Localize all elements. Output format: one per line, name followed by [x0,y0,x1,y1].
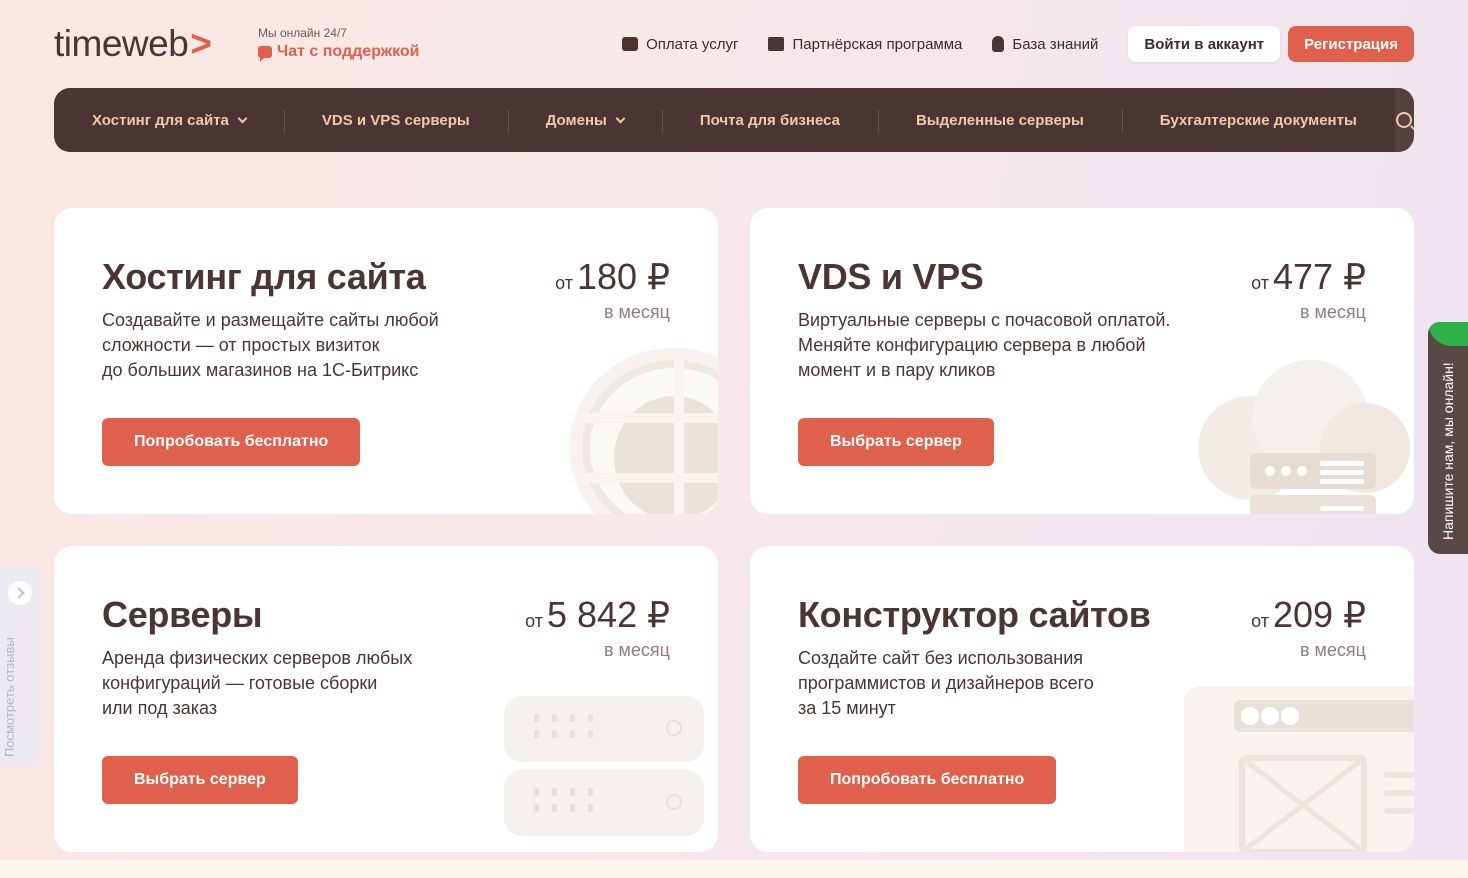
nav-item-label: VDS и VPS серверы [321,111,470,129]
online-indicator [1428,322,1468,346]
nav-item-label: Почта для бизнеса [699,111,840,129]
server-rack-icon [504,696,704,836]
top-link-label: Партнёрская программа [792,35,963,53]
price-prefix: от [1251,611,1270,631]
card-hosting: Хостинг для сайта Создавайте и размещайт… [54,208,718,514]
chat-bubble-icon [258,46,272,62]
chevron-right-icon [8,581,32,605]
nav-item-dedicated[interactable]: Выделенные серверы [877,109,1122,132]
page-bottom-strip [0,860,1468,878]
nav-item-accounting[interactable]: Бухгалтерские документы [1121,109,1395,132]
price-prefix: от [1251,273,1270,293]
nav-item-label: Хостинг для сайта [92,111,229,129]
choose-server-button[interactable]: Выбрать сервер [798,418,994,466]
search-icon [1396,112,1413,128]
top-link-knowledge-base[interactable]: База знаний [992,36,1098,53]
chat-widget-tab[interactable]: Напишите нам, мы онлайн! [1428,322,1468,554]
card-title: Конструктор сайтов [798,594,1151,635]
price-period: в месяц [1299,302,1366,322]
wallet-icon [622,37,639,51]
price-prefix: от [555,273,574,293]
reviews-tab-label: Посмотреть отзывы [2,637,17,757]
logo-arrow-icon: > [190,23,212,64]
search-button[interactable] [1394,88,1414,152]
card-description: Виртуальные серверы с почасовой оплатой.… [798,310,1171,380]
top-links: Оплата услуг Партнёрская программа База … [622,26,1414,62]
top-link-label: Оплата услуг [646,35,739,53]
nav-item-domains[interactable]: Домены [507,109,662,132]
lightbulb-icon [992,36,1005,52]
card-site-builder: Конструктор сайтов Создайте сайт без исп… [750,546,1414,852]
choose-server-button[interactable]: Выбрать сервер [102,756,298,804]
price-block: от 5 842 ₽ в месяц [525,594,670,661]
card-servers: Серверы Аренда физических серверов любых… [54,546,718,852]
header: timeweb> Мы онлайн 24/7 Чат с поддержкой… [54,24,1414,68]
nav-item-label: Домены [545,111,607,129]
nav-item-mail[interactable]: Почта для бизнеса [661,109,878,132]
reviews-side-tab[interactable]: Посмотреть отзывы [0,567,40,767]
nav-item-hosting[interactable]: Хостинг для сайта [54,112,284,129]
card-title: Хостинг для сайта [102,256,426,297]
price-value: 209 ₽ [1273,594,1366,635]
card-description: Создавайте и размещайте сайты любой слож… [102,310,439,380]
price-period: в месяц [1299,640,1366,660]
chevron-down-icon [615,113,626,123]
price-block: от 180 ₽ в месяц [555,256,670,323]
price-prefix: от [525,611,543,631]
price-period: в месяц [603,640,670,660]
ticket-icon [768,37,785,51]
card-vds: VDS и VPS Виртуальные серверы с почасово… [750,208,1414,514]
chevron-down-icon [237,113,248,123]
price-value: 5 842 ₽ [547,594,670,635]
price-block: от 477 ₽ в месяц [1251,256,1366,323]
price-period: в месяц [603,302,670,322]
price-block: от 209 ₽ в месяц [1251,594,1366,661]
cloud-server-icon [1198,360,1410,514]
card-description: Аренда физических серверов любых конфигу… [102,648,413,718]
nav-item-vds[interactable]: VDS и VPS серверы [283,109,508,132]
nav-item-label: Выделенные серверы [915,111,1084,129]
card-title: Серверы [102,594,263,635]
top-link-partner[interactable]: Партнёрская программа [768,36,962,53]
globe-icon [569,348,718,514]
nav-item-label: Бухгалтерские документы [1159,111,1357,129]
chat-widget-label: Напишите нам, мы онлайн! [1440,362,1456,540]
login-button[interactable]: Войти в аккаунт [1128,26,1281,62]
price-value: 477 ₽ [1273,256,1366,297]
price-value: 180 ₽ [577,256,670,297]
try-free-button[interactable]: Попробовать бесплатно [102,418,361,466]
register-button[interactable]: Регистрация [1288,26,1414,62]
support-chat-label: Чат с поддержкой [277,43,420,60]
try-free-button[interactable]: Попробовать бесплатно [798,756,1057,804]
logo[interactable]: timeweb> [54,23,212,64]
top-link-label: База знаний [1012,35,1099,53]
browser-window-icon [1184,686,1414,852]
top-link-payment[interactable]: Оплата услуг [622,36,738,53]
support-chat-link[interactable]: Чат с поддержкой [258,43,420,62]
card-description: Создайте сайт без использования программ… [798,648,1094,718]
main-nav: Хостинг для сайта VDS и VPS серверы Доме… [54,88,1414,152]
card-title: VDS и VPS [798,256,984,297]
online-status: Мы онлайн 24/7 [258,26,347,40]
